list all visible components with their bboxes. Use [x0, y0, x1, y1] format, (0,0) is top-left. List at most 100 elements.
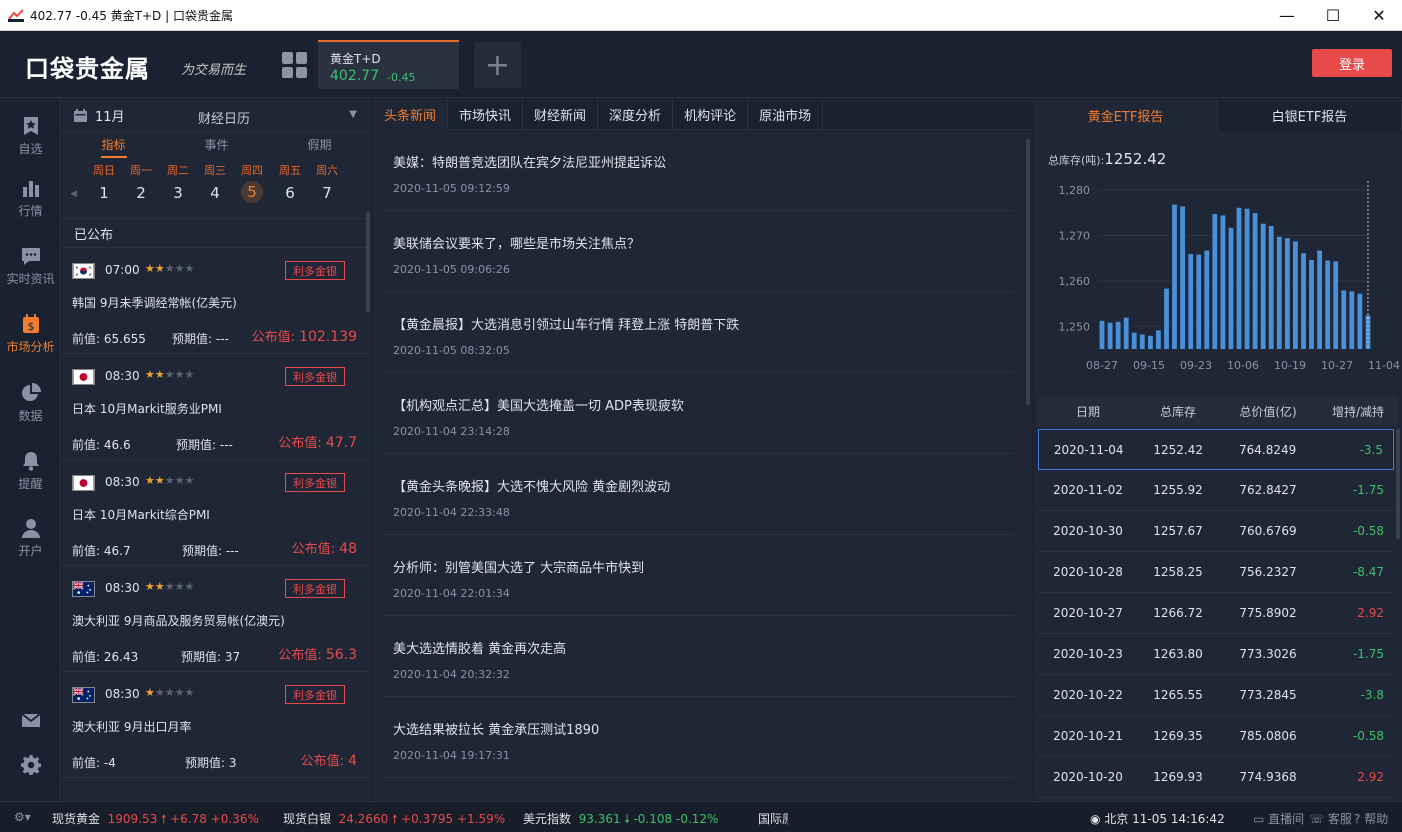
- ticker-gold[interactable]: 现货黄金 1909.53 🠕 +6.78 +0.36%: [52, 810, 259, 831]
- nav-item-quotes[interactable]: 行情: [0, 178, 61, 219]
- news-item[interactable]: 美联储会议要来了，哪些是市场关注焦点？2020-11-05 09:06:26: [381, 211, 1014, 292]
- chevron-left-icon[interactable]: ◀: [70, 189, 77, 199]
- etf-table-row[interactable]: 2020-10-231263.80773.3026-1.75: [1038, 634, 1394, 675]
- etf-scrollbar[interactable]: [1396, 429, 1400, 539]
- nav-item-news[interactable]: 实时资讯: [0, 246, 61, 287]
- tab-deep-analysis[interactable]: 深度分析: [598, 99, 673, 130]
- tab-institution-comments[interactable]: 机构评论: [673, 99, 748, 130]
- etf-table-row[interactable]: 2020-10-271266.72775.89022.92: [1038, 593, 1394, 634]
- ticker-silver[interactable]: 现货白银 24.2660 🠕 +0.3795 +1.59%: [283, 810, 505, 831]
- calendar-event[interactable]: 08:30 ★★★★★ 利多金银 澳大利亚 9月商品及服务贸易帐(亿澳元) 前值…: [62, 566, 371, 672]
- nav-settings[interactable]: [0, 755, 61, 779]
- chart-bar[interactable]: [1140, 335, 1145, 350]
- tab-market-flash[interactable]: 市场快讯: [448, 99, 523, 130]
- customer-service-link[interactable]: ☏ 客服: [1309, 810, 1352, 827]
- chart-bar[interactable]: [1116, 322, 1121, 349]
- etf-table-row[interactable]: 2020-10-301257.67760.6769-0.58: [1038, 511, 1394, 552]
- calendar-event[interactable]: 07:00 ★★★★★ 利多金银 韩国 9月未季调经常帐(亿美元) 前值: 65…: [62, 248, 371, 354]
- date-cell[interactable]: 1: [86, 184, 122, 202]
- subtab-events[interactable]: 事件: [165, 136, 268, 153]
- chart-bar[interactable]: [1309, 260, 1314, 349]
- calendar-scrollbar[interactable]: [366, 212, 370, 312]
- news-scrollbar[interactable]: [1026, 139, 1030, 405]
- date-cell[interactable]: 6: [272, 184, 308, 202]
- etf-table-row[interactable]: 2020-11-021255.92762.8427-1.75: [1038, 470, 1394, 511]
- calendar-event[interactable]: 08:30 ★★★★★ 利多金银 日本 10月Markit服务业PMI 前值: …: [62, 354, 371, 460]
- nav-item-favorites[interactable]: 自选: [0, 116, 61, 157]
- chart-bar[interactable]: [1132, 333, 1137, 349]
- news-item[interactable]: 大选结果被拉长 黄金承压测试18902020-11-04 19:17:31: [381, 697, 1014, 778]
- chart-bar[interactable]: [1253, 213, 1258, 349]
- chart-bar[interactable]: [1293, 241, 1298, 349]
- tab-gold-etf[interactable]: 黄金ETF报告: [1034, 99, 1218, 131]
- ticker-usd-index[interactable]: 美元指数 93.361 🠗 -0.108 -0.12%: [523, 810, 718, 831]
- nav-item-alerts[interactable]: 提醒: [0, 451, 61, 492]
- chart-bar[interactable]: [1341, 290, 1346, 349]
- chart-bar[interactable]: [1325, 261, 1330, 350]
- nav-item-data[interactable]: 数据: [0, 383, 61, 424]
- chart-bar[interactable]: [1148, 336, 1153, 349]
- chart-bar[interactable]: [1261, 224, 1266, 349]
- add-tab-button[interactable]: +: [474, 42, 521, 88]
- news-item[interactable]: 【黄金头条晚报】大选不愧大风险 黄金剧烈波动2020-11-04 22:33:4…: [381, 454, 1014, 535]
- chart-bar[interactable]: [1366, 315, 1371, 349]
- chart-bar[interactable]: [1277, 237, 1282, 349]
- etf-table-row[interactable]: 2020-10-221265.55773.2845-3.8: [1038, 675, 1394, 716]
- live-room-link[interactable]: ▭ 直播间: [1253, 810, 1304, 827]
- calendar-event[interactable]: 08:30 ★★★★★ 利多金银 日本 10月Markit综合PMI 前值: 4…: [62, 460, 371, 566]
- chart-bar[interactable]: [1108, 323, 1113, 349]
- tab-silver-etf[interactable]: 白银ETF报告: [1218, 99, 1402, 131]
- chart-bar[interactable]: [1237, 208, 1242, 349]
- chart-bar[interactable]: [1301, 253, 1306, 349]
- tab-finance-news[interactable]: 财经新闻: [523, 99, 598, 130]
- news-item[interactable]: 【机构观点汇总】美国大选掩盖一切 ADP表现疲软2020-11-04 23:14…: [381, 373, 1014, 454]
- news-item[interactable]: 美大选选情胶着 黄金再次走高2020-11-04 20:32:32: [381, 616, 1014, 697]
- chart-bar[interactable]: [1100, 321, 1105, 349]
- chart-bar[interactable]: [1124, 318, 1129, 349]
- etf-table-row[interactable]: 2020-11-041252.42764.8249-3.5: [1038, 429, 1394, 470]
- chart-bar[interactable]: [1317, 251, 1322, 350]
- etf-table-row[interactable]: 2020-10-281258.25756.2327-8.47: [1038, 552, 1394, 593]
- news-item[interactable]: 【黄金晨报】大选消息引领过山车行情 拜登上涨 特朗普下跌2020-11-05 0…: [381, 292, 1014, 373]
- quote-tab-gold-td[interactable]: 黄金T+D 402.77 -0.45: [318, 40, 459, 89]
- news-item[interactable]: 分析师：别管美国大选了 大宗商品牛市快到2020-11-04 22:01:34: [381, 535, 1014, 616]
- filter-icon[interactable]: ▼: [349, 109, 357, 120]
- grid-menu-icon[interactable]: [282, 52, 308, 78]
- subtab-holidays[interactable]: 假期: [268, 136, 371, 153]
- chart-bar[interactable]: [1180, 206, 1185, 349]
- login-button[interactable]: 登录: [1312, 49, 1392, 77]
- calendar-month[interactable]: 11月: [95, 106, 125, 125]
- news-item[interactable]: 美媒：特朗普竞选团队在宾夕法尼亚州提起诉讼2020-11-05 09:12:59: [381, 130, 1014, 211]
- date-cell[interactable]: 3: [160, 184, 196, 202]
- nav-item-open-account[interactable]: 开户: [0, 518, 61, 559]
- tab-headlines[interactable]: 头条新闻: [373, 99, 448, 130]
- calendar-icon[interactable]: [74, 109, 87, 122]
- etf-table-row[interactable]: 2020-10-211269.35785.0806-0.58: [1038, 716, 1394, 757]
- chart-bar[interactable]: [1245, 209, 1250, 349]
- minimize-button[interactable]: —: [1264, 0, 1310, 31]
- maximize-button[interactable]: ☐: [1310, 0, 1356, 31]
- ticker-crude-oil[interactable]: 国际原: [758, 810, 788, 827]
- chart-bar[interactable]: [1269, 226, 1274, 349]
- chart-bar[interactable]: [1204, 251, 1209, 350]
- chart-bar[interactable]: [1221, 216, 1226, 350]
- chart-bar[interactable]: [1285, 238, 1290, 349]
- ticker-settings-icon[interactable]: ⚙▾: [14, 810, 31, 824]
- subtab-indicators[interactable]: 指标: [62, 136, 165, 153]
- chart-bar[interactable]: [1172, 205, 1177, 349]
- nav-item-market-analysis[interactable]: $ 市场分析: [0, 314, 61, 355]
- chart-bar[interactable]: [1188, 254, 1193, 349]
- help-link[interactable]: ? 帮助: [1354, 810, 1388, 827]
- date-cell-selected[interactable]: 5: [234, 181, 270, 203]
- chart-bar[interactable]: [1333, 261, 1338, 349]
- nav-mail[interactable]: [0, 710, 61, 734]
- tab-crude-oil[interactable]: 原油市场: [748, 99, 823, 130]
- etf-table-row[interactable]: 2020-10-201269.93774.93682.92: [1038, 757, 1394, 798]
- chart-bar[interactable]: [1212, 214, 1217, 349]
- date-cell[interactable]: 2: [123, 184, 159, 202]
- close-button[interactable]: ✕: [1356, 0, 1402, 31]
- chart-bar[interactable]: [1358, 294, 1363, 349]
- date-cell[interactable]: 4: [197, 184, 233, 202]
- date-cell[interactable]: 7: [309, 184, 345, 202]
- calendar-event[interactable]: 08:30 ★★★★★ 利多金银 澳大利亚 9月出口月率 前值: -4 预期值:…: [62, 672, 371, 778]
